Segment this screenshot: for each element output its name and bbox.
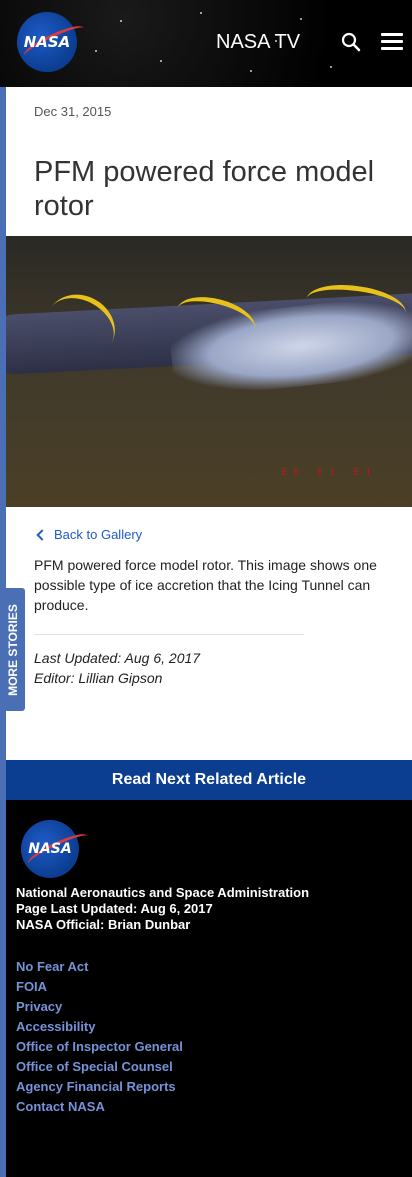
footer-links: No Fear Act FOIA Privacy Accessibility O… bbox=[16, 957, 183, 1117]
read-next-button[interactable]: Read Next Related Article bbox=[6, 760, 412, 800]
nasa-official: NASA Official: Brian Dunbar bbox=[16, 917, 191, 932]
footer-link-accessibility[interactable]: Accessibility bbox=[16, 1017, 183, 1037]
more-stories-label: MORE STORIES bbox=[5, 603, 20, 696]
article-title: PFM powered force model rotor bbox=[34, 156, 375, 222]
footer-link-financial-reports[interactable]: Agency Financial Reports bbox=[16, 1077, 183, 1097]
footer-logo-text: NASA bbox=[28, 841, 72, 857]
nasa-tv-link[interactable]: NASA TV bbox=[216, 31, 300, 54]
footer-link-inspector-general[interactable]: Office of Inspector General bbox=[16, 1037, 183, 1057]
logo-text: NASA bbox=[23, 33, 71, 51]
footer-nasa-logo[interactable]: NASA bbox=[21, 820, 92, 878]
footer-link-no-fear-act[interactable]: No Fear Act bbox=[16, 957, 183, 977]
image-markings: E6 E1 E1 bbox=[281, 467, 378, 478]
editor: Editor: Lillian Gipson bbox=[34, 670, 163, 686]
footer-link-contact-nasa[interactable]: Contact NASA bbox=[16, 1097, 183, 1117]
back-to-gallery-link[interactable]: Back to Gallery bbox=[36, 527, 142, 542]
more-stories-tab[interactable]: MORE STORIES bbox=[0, 588, 25, 711]
footer-link-special-counsel[interactable]: Office of Special Counsel bbox=[16, 1057, 183, 1077]
nasa-logo[interactable]: NASA bbox=[17, 12, 88, 72]
footer-link-foia[interactable]: FOIA bbox=[16, 977, 183, 997]
last-updated: Last Updated: Aug 6, 2017 bbox=[34, 650, 201, 666]
article-meta: Last Updated: Aug 6, 2017 Editor: Lillia… bbox=[34, 648, 200, 688]
agency-name: National Aeronautics and Space Administr… bbox=[16, 885, 310, 900]
footer-link-privacy[interactable]: Privacy bbox=[16, 997, 183, 1017]
hamburger-menu-icon[interactable] bbox=[381, 33, 403, 51]
chevron-left-icon bbox=[36, 528, 48, 541]
article-image[interactable]: E6 E1 E1 bbox=[6, 236, 412, 507]
divider bbox=[34, 634, 304, 635]
article-description: PFM powered force model rotor. This imag… bbox=[34, 557, 377, 613]
page-updated: Page Last Updated: Aug 6, 2017 bbox=[16, 901, 213, 916]
search-icon[interactable] bbox=[341, 32, 361, 52]
article-content: Dec 31, 2015 PFM powered force model rot… bbox=[6, 87, 412, 760]
site-header: NASA NASA TV bbox=[0, 0, 412, 87]
back-link-label: Back to Gallery bbox=[54, 527, 143, 542]
agency-info: National Aeronautics and Space Administr… bbox=[16, 885, 309, 933]
site-footer: NASA National Aeronautics and Space Admi… bbox=[6, 800, 412, 1177]
article-date: Dec 31, 2015 bbox=[34, 104, 112, 119]
